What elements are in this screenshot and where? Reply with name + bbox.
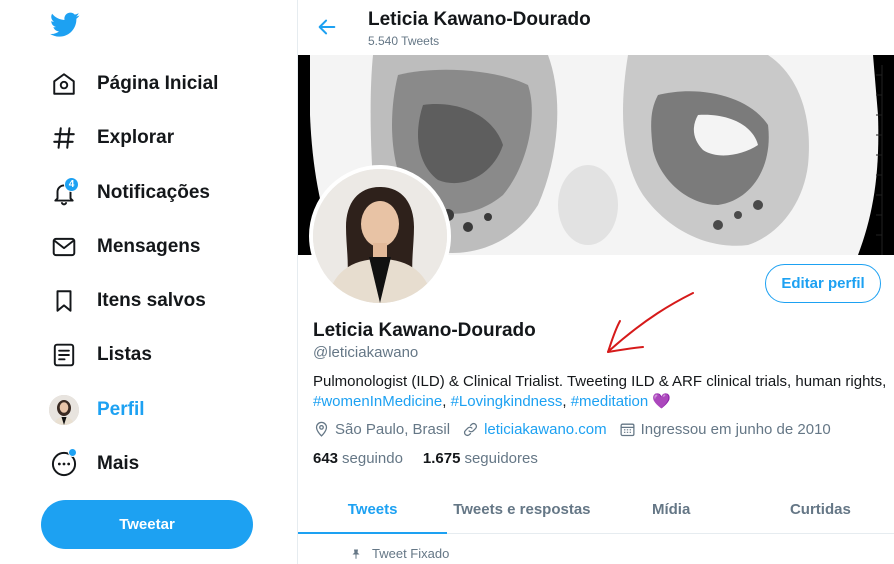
sidebar-item-label: Explorar bbox=[97, 127, 175, 148]
new-item-dot bbox=[68, 448, 77, 457]
notification-count-badge: 4 bbox=[64, 177, 79, 192]
profile-display-name: Leticia Kawano-Dourado bbox=[313, 320, 536, 341]
sidebar-item-label: Notificações bbox=[97, 182, 210, 203]
twitter-bird-icon[interactable] bbox=[50, 12, 82, 44]
tab-tweets-and-replies[interactable]: Tweets e respostas bbox=[447, 486, 596, 533]
followers-label: seguidores bbox=[464, 449, 538, 467]
envelope-icon bbox=[48, 231, 80, 263]
sidebar-item-profile[interactable]: Perfil bbox=[48, 390, 145, 430]
sidebar-item-label: Itens salvos bbox=[97, 290, 206, 311]
sidebar-item-home[interactable]: Página Inicial bbox=[48, 64, 218, 104]
link-icon bbox=[464, 422, 478, 436]
tab-media[interactable]: Mídia bbox=[597, 486, 746, 533]
sidebar-item-label: Mensagens bbox=[97, 236, 201, 257]
join-date-text: Ingressou em junho de 2010 bbox=[640, 420, 831, 438]
followers-count: 1.675 bbox=[422, 449, 461, 467]
edit-profile-button[interactable]: Editar perfil bbox=[765, 264, 881, 303]
tab-likes[interactable]: Curtidas bbox=[746, 486, 894, 533]
sidebar-item-label: Listas bbox=[97, 344, 152, 365]
followers-link[interactable]: 1.675 seguidores bbox=[423, 450, 538, 467]
profile-header: Leticia Kawano-Dourado 5.540 Tweets bbox=[298, 0, 894, 55]
purple-heart-emoji: 💜 bbox=[652, 393, 672, 410]
home-icon bbox=[48, 68, 80, 100]
following-label: seguindo bbox=[342, 449, 403, 467]
hashtag-link[interactable]: #Lovingkindness bbox=[451, 393, 563, 410]
website: leticiakawano.com bbox=[462, 421, 607, 438]
tweet-count: 5.540 Tweets bbox=[368, 34, 440, 48]
more-icon bbox=[48, 448, 80, 480]
page-title: Leticia Kawano-Dourado bbox=[368, 9, 591, 30]
tweet-button[interactable]: Tweetar bbox=[41, 500, 253, 549]
tab-tweets[interactable]: Tweets bbox=[298, 486, 448, 534]
pinned-text: Tweet Fixado bbox=[372, 546, 450, 561]
follow-stats: 643 seguindo 1.675 seguidores bbox=[313, 448, 558, 468]
hashtag-link[interactable]: #meditation bbox=[571, 393, 649, 410]
list-icon bbox=[48, 339, 80, 371]
sidebar-item-messages[interactable]: Mensagens bbox=[48, 227, 200, 267]
sidebar-item-label: Perfil bbox=[97, 399, 145, 420]
sidebar-item-label: Página Inicial bbox=[97, 73, 219, 94]
sidebar-item-explore[interactable]: Explorar bbox=[48, 118, 174, 158]
location-text: São Paulo, Brasil bbox=[335, 420, 451, 438]
profile-column: Leticia Kawano-Dourado 5.540 Tweets Edit… bbox=[297, 0, 894, 564]
hashtag-icon bbox=[48, 122, 80, 154]
profile-avatar[interactable] bbox=[309, 165, 451, 307]
back-arrow-icon[interactable] bbox=[316, 16, 340, 40]
sidebar-item-bookmarks[interactable]: Itens salvos bbox=[48, 281, 206, 321]
location: São Paulo, Brasil bbox=[313, 421, 450, 438]
sidebar: Página Inicial Explorar 4 Notificações M… bbox=[0, 0, 297, 564]
join-date: Ingressou em junho de 2010 bbox=[619, 421, 831, 438]
pin-icon bbox=[352, 549, 360, 559]
location-pin-icon bbox=[315, 421, 328, 437]
profile-tabs: Tweets Tweets e respostas Mídia Curtidas bbox=[298, 486, 894, 534]
website-link[interactable]: leticiakawano.com bbox=[484, 421, 607, 438]
sidebar-item-label: Mais bbox=[97, 453, 140, 474]
red-arrow-annotation bbox=[598, 288, 698, 360]
avatar-icon bbox=[48, 394, 80, 426]
profile-bio: Pulmonologist (ILD) & Clinical Trialist.… bbox=[313, 373, 887, 410]
bell-icon: 4 bbox=[48, 177, 80, 209]
sidebar-item-lists[interactable]: Listas bbox=[48, 335, 152, 375]
sidebar-item-notifications[interactable]: 4 Notificações bbox=[48, 173, 210, 213]
profile-meta: São Paulo, Brasil leticiakawano.com Ingr… bbox=[313, 419, 843, 439]
following-link[interactable]: 643 seguindo bbox=[313, 450, 403, 467]
hashtag-link[interactable]: #womenInMedicine bbox=[313, 393, 442, 410]
bio-text: Pulmonologist (ILD) & Clinical Trialist.… bbox=[313, 373, 887, 390]
sidebar-item-more[interactable]: Mais bbox=[48, 444, 139, 484]
calendar-icon bbox=[620, 423, 635, 436]
profile-handle: @leticiakawano bbox=[313, 344, 419, 361]
following-count: 643 bbox=[313, 449, 339, 467]
bookmark-icon bbox=[48, 285, 80, 317]
pinned-tweet-label: Tweet Fixado bbox=[350, 546, 449, 561]
